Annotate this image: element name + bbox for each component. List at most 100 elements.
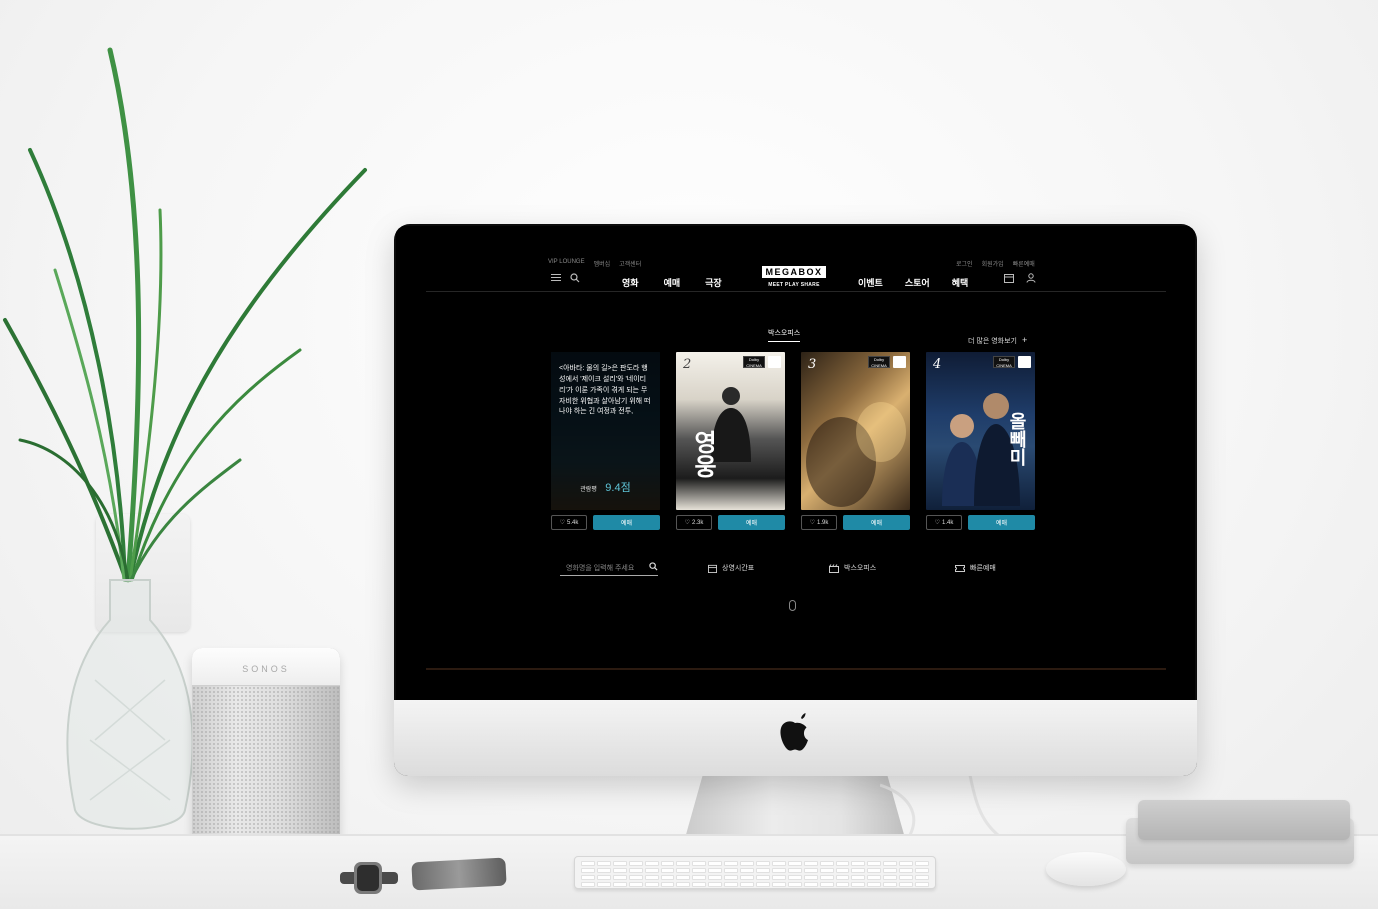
nav-store[interactable]: 스토어	[905, 276, 930, 289]
plus-icon: +	[1021, 335, 1028, 345]
customer-center-link[interactable]: 고객센터	[619, 259, 641, 268]
nav-controls-right	[1004, 273, 1036, 283]
sonos-speaker: SONOS	[192, 648, 340, 856]
rank-number: 4	[933, 357, 942, 372]
rating-row: 관람평 9.4점	[551, 478, 660, 496]
boxoffice-link-label: 박스오피스	[844, 565, 877, 572]
login-link[interactable]: 로그인	[956, 259, 973, 268]
magic-mouse	[1046, 852, 1126, 886]
logo-tagline: MEET PLAY SHARE	[768, 282, 820, 288]
dolby-badge: Dolby CINEMA	[993, 356, 1015, 368]
movie-poster[interactable]: 4 Dolby CINEMA 올빼미	[926, 352, 1035, 510]
movie-poster[interactable]: <아바타: 물의 길>은 판도라 행성에서 '제이크 설리'와 '네이티리'가 …	[551, 352, 660, 510]
rating-label: 관람평	[580, 487, 597, 493]
speaker-grille	[192, 686, 340, 856]
smartphone	[411, 857, 507, 891]
like-count: 1.4k	[942, 519, 954, 526]
nav-controls-left	[551, 273, 580, 283]
user-icon[interactable]	[1026, 273, 1036, 283]
schedule-label: 상영시간표	[722, 565, 755, 572]
movie-poster[interactable]: 3 Dolby CINEMA	[801, 352, 910, 510]
speaker-brand-label: SONOS	[242, 664, 290, 674]
quick-booking-link[interactable]: 빠른예매	[955, 563, 996, 573]
book-button[interactable]: 예매	[843, 515, 910, 530]
poster-title: 영웅	[689, 430, 718, 478]
main-nav-right: 이벤트 스토어 혜택	[858, 276, 968, 289]
vip-lounge-link[interactable]: VIP LOUNGE	[548, 259, 585, 268]
megabox-logo[interactable]: MEGABOX MEET PLAY SHARE	[762, 262, 826, 288]
poster-title: 올빼미	[1006, 412, 1027, 466]
heart-icon: ♡	[559, 520, 566, 526]
quick-booking-label: 빠른예매	[970, 565, 996, 572]
smartwatch	[340, 862, 398, 894]
schedule-link[interactable]: 상영시간표	[708, 563, 754, 573]
boxoffice-link[interactable]: 박스오피스	[829, 563, 876, 573]
movie-card: 4 Dolby CINEMA 올빼미 ♡ 1.4k 예매	[926, 352, 1035, 530]
apple-logo-icon	[780, 713, 808, 751]
more-movies-label: 더 많은 영화보기	[968, 338, 1017, 345]
boxoffice-title[interactable]: 박스오피스	[768, 328, 801, 342]
dolby-badge: Dolby CINEMA	[743, 356, 765, 368]
movie-card: 3 Dolby CINEMA ♡ 1.9k 예매	[801, 352, 910, 530]
utility-links-right: 로그인 회원가입 빠른예매	[956, 259, 1035, 268]
more-movies-link[interactable]: 더 많은 영화보기 +	[968, 335, 1027, 346]
movie-card: <아바타: 물의 길>은 판도라 행성에서 '제이크 설리'와 '네이티리'가 …	[551, 352, 660, 530]
rating-value: 9.4점	[605, 482, 631, 494]
signup-link[interactable]: 회원가입	[982, 259, 1004, 268]
search-placeholder: 영화명을 입력해 주세요	[566, 565, 635, 572]
card-actions: ♡ 2.3k 예매	[676, 515, 785, 530]
like-count: 1.9k	[817, 519, 829, 526]
card-actions: ♡ 1.4k 예매	[926, 515, 1035, 530]
book-button[interactable]: 예매	[968, 515, 1035, 530]
desk-scene: SONOS VIP LOUNGE 멤버십 고객센터 로그인 회원가입 빠른예매	[0, 0, 1378, 909]
dolby-badge: Dolby CINEMA	[868, 356, 890, 368]
movie-card: 2 Dolby CINEMA 영웅 ♡ 2.3k 예매	[676, 352, 785, 530]
nav-movie[interactable]: 영화	[622, 276, 639, 289]
heart-icon: ♡	[934, 520, 941, 526]
poster-art	[806, 402, 906, 507]
format-badge-icon	[768, 356, 781, 368]
format-badge-icon	[893, 356, 906, 368]
nav-divider	[426, 291, 1166, 292]
main-nav-left: 영화 예매 극장	[622, 276, 722, 289]
book-button[interactable]: 예매	[593, 515, 660, 530]
movie-synopsis: <아바타: 물의 길>은 판도라 행성에서 '제이크 설리'와 '네이티리'가 …	[559, 365, 651, 416]
imac-chin	[394, 700, 1197, 776]
calendar-icon[interactable]	[1004, 273, 1014, 283]
rank-number: 2	[683, 357, 692, 372]
bottom-divider	[426, 668, 1166, 670]
search-icon[interactable]	[570, 273, 580, 283]
laptop-top	[1138, 800, 1350, 840]
keyboard-keys	[581, 861, 929, 887]
format-badge-icon	[1018, 356, 1031, 368]
book-button[interactable]: 예매	[718, 515, 785, 530]
utility-links-left: VIP LOUNGE 멤버십 고객센터	[548, 259, 641, 268]
schedule-icon	[708, 564, 717, 573]
like-button[interactable]: ♡ 2.3k	[676, 515, 712, 530]
nav-booking[interactable]: 예매	[664, 276, 681, 289]
menu-icon[interactable]	[551, 273, 561, 282]
movie-search-input[interactable]: 영화명을 입력해 주세요	[560, 560, 658, 576]
nav-theater[interactable]: 극장	[705, 276, 722, 289]
search-icon[interactable]	[649, 562, 658, 571]
movie-poster[interactable]: 2 Dolby CINEMA 영웅	[676, 352, 785, 510]
like-button[interactable]: ♡ 1.9k	[801, 515, 837, 530]
heart-icon: ♡	[684, 520, 691, 526]
clapperboard-icon	[829, 563, 839, 573]
nav-event[interactable]: 이벤트	[858, 276, 883, 289]
membership-link[interactable]: 멤버십	[594, 259, 611, 268]
like-count: 5.4k	[567, 519, 579, 526]
card-actions: ♡ 5.4k 예매	[551, 515, 660, 530]
scroll-down-icon[interactable]	[789, 600, 796, 611]
logo-wordmark: MEGABOX	[762, 266, 826, 278]
heart-icon: ♡	[809, 520, 816, 526]
imac-monitor: VIP LOUNGE 멤버십 고객센터 로그인 회원가입 빠른예매 영화 예매 …	[394, 224, 1197, 776]
like-button[interactable]: ♡ 5.4k	[551, 515, 587, 530]
like-count: 2.3k	[692, 519, 704, 526]
boxoffice-poster-list: <아바타: 물의 길>은 판도라 행성에서 '제이크 설리'와 '네이티리'가 …	[551, 352, 1035, 530]
quick-booking-link[interactable]: 빠른예매	[1013, 259, 1035, 268]
megabox-website-screen: VIP LOUNGE 멤버십 고객센터 로그인 회원가입 빠른예매 영화 예매 …	[396, 226, 1195, 700]
like-button[interactable]: ♡ 1.4k	[926, 515, 962, 530]
nav-benefits[interactable]: 혜택	[952, 276, 969, 289]
card-actions: ♡ 1.9k 예매	[801, 515, 910, 530]
